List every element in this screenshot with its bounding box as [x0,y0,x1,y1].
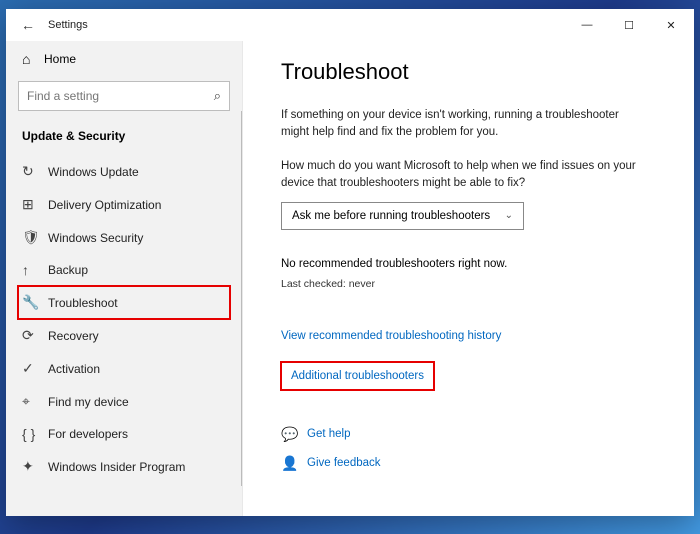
search-input[interactable] [27,89,214,103]
chevron-down-icon: ⌄ [505,210,513,221]
sidebar-item-label: Recovery [48,329,99,343]
sidebar-item-find-my-device[interactable]: ⌖ Find my device [18,385,230,418]
sidebar: ⌂ Home ⌕ Update & Security ↻ Windows Upd… [6,41,243,516]
dropdown-value: Ask me before running troubleshooters [292,210,490,222]
help-icon: 💬 [281,426,307,443]
minimize-button[interactable]: — [566,10,608,40]
sidebar-item-label: For developers [48,427,128,441]
sidebar-item-label: Find my device [48,395,129,409]
sync-icon: ↻ [22,163,48,180]
page-heading: Troubleshoot [281,59,648,85]
back-button[interactable]: ← [8,17,48,33]
shield-icon: 🛡 [22,229,48,246]
delivery-icon: ⊞ [22,196,48,213]
give-feedback-link[interactable]: 👤 Give feedback [281,455,648,472]
view-history-link[interactable]: View recommended troubleshooting history [281,330,648,342]
get-help-link[interactable]: 💬 Get help [281,426,648,443]
search-box[interactable]: ⌕ [18,81,230,111]
sidebar-item-insider-program[interactable]: ✦ Windows Insider Program [18,450,230,483]
settings-window: ← Settings — ☐ ✕ ⌂ Home ⌕ Update & Secur… [6,9,694,516]
footer-links: 💬 Get help 👤 Give feedback [281,426,648,472]
wrench-icon: 🔧 [22,294,48,311]
activation-icon: ✓ [22,360,48,377]
sidebar-item-windows-security[interactable]: 🛡 Windows Security [18,221,230,254]
sidebar-item-delivery-optimization[interactable]: ⊞ Delivery Optimization [18,188,230,221]
additional-troubleshooters-highlight: Additional troubleshooters [281,362,434,390]
search-icon: ⌕ [214,88,221,104]
sidebar-nav: ↻ Windows Update ⊞ Delivery Optimization… [18,155,230,483]
troubleshooter-preference-dropdown[interactable]: Ask me before running troubleshooters ⌄ [281,202,524,230]
feedback-icon: 👤 [281,455,307,472]
help-question: How much do you want Microsoft to help w… [281,158,641,191]
home-icon: ⌂ [22,51,44,67]
page-description: If something on your device isn't workin… [281,107,641,140]
main-panel: Troubleshoot If something on your device… [243,41,694,516]
additional-troubleshooters-link[interactable]: Additional troubleshooters [291,370,424,382]
sidebar-home[interactable]: ⌂ Home [18,45,230,81]
sidebar-item-label: Windows Insider Program [48,460,185,474]
sidebar-item-label: Windows Security [48,231,143,245]
titlebar: ← Settings — ☐ ✕ [6,9,694,41]
sidebar-item-activation[interactable]: ✓ Activation [18,352,230,385]
sidebar-item-label: Delivery Optimization [48,198,161,212]
sidebar-scrollbar[interactable] [241,111,242,486]
sidebar-item-label: Backup [48,263,88,277]
recovery-icon: ⟳ [22,327,48,344]
window-title: Settings [48,19,88,31]
location-icon: ⌖ [22,393,48,410]
sidebar-item-label: Windows Update [48,165,139,179]
close-button[interactable]: ✕ [650,10,692,40]
insider-icon: ✦ [22,458,48,475]
content-area: ⌂ Home ⌕ Update & Security ↻ Windows Upd… [6,41,694,516]
sidebar-home-label: Home [44,52,76,66]
give-feedback-label: Give feedback [307,457,381,469]
sidebar-item-backup[interactable]: ↑ Backup [18,254,230,286]
dev-icon: { } [22,426,48,442]
sidebar-item-for-developers[interactable]: { } For developers [18,418,230,450]
no-recommendations-text: No recommended troubleshooters right now… [281,258,648,270]
sidebar-item-label: Activation [48,362,100,376]
sidebar-item-troubleshoot[interactable]: 🔧 Troubleshoot [18,286,230,319]
get-help-label: Get help [307,428,350,440]
backup-icon: ↑ [22,262,48,278]
sidebar-item-label: Troubleshoot [48,296,118,310]
sidebar-section-title: Update & Security [18,129,230,155]
sidebar-item-windows-update[interactable]: ↻ Windows Update [18,155,230,188]
last-checked-text: Last checked: never [281,278,648,290]
maximize-button[interactable]: ☐ [608,10,650,40]
sidebar-item-recovery[interactable]: ⟳ Recovery [18,319,230,352]
